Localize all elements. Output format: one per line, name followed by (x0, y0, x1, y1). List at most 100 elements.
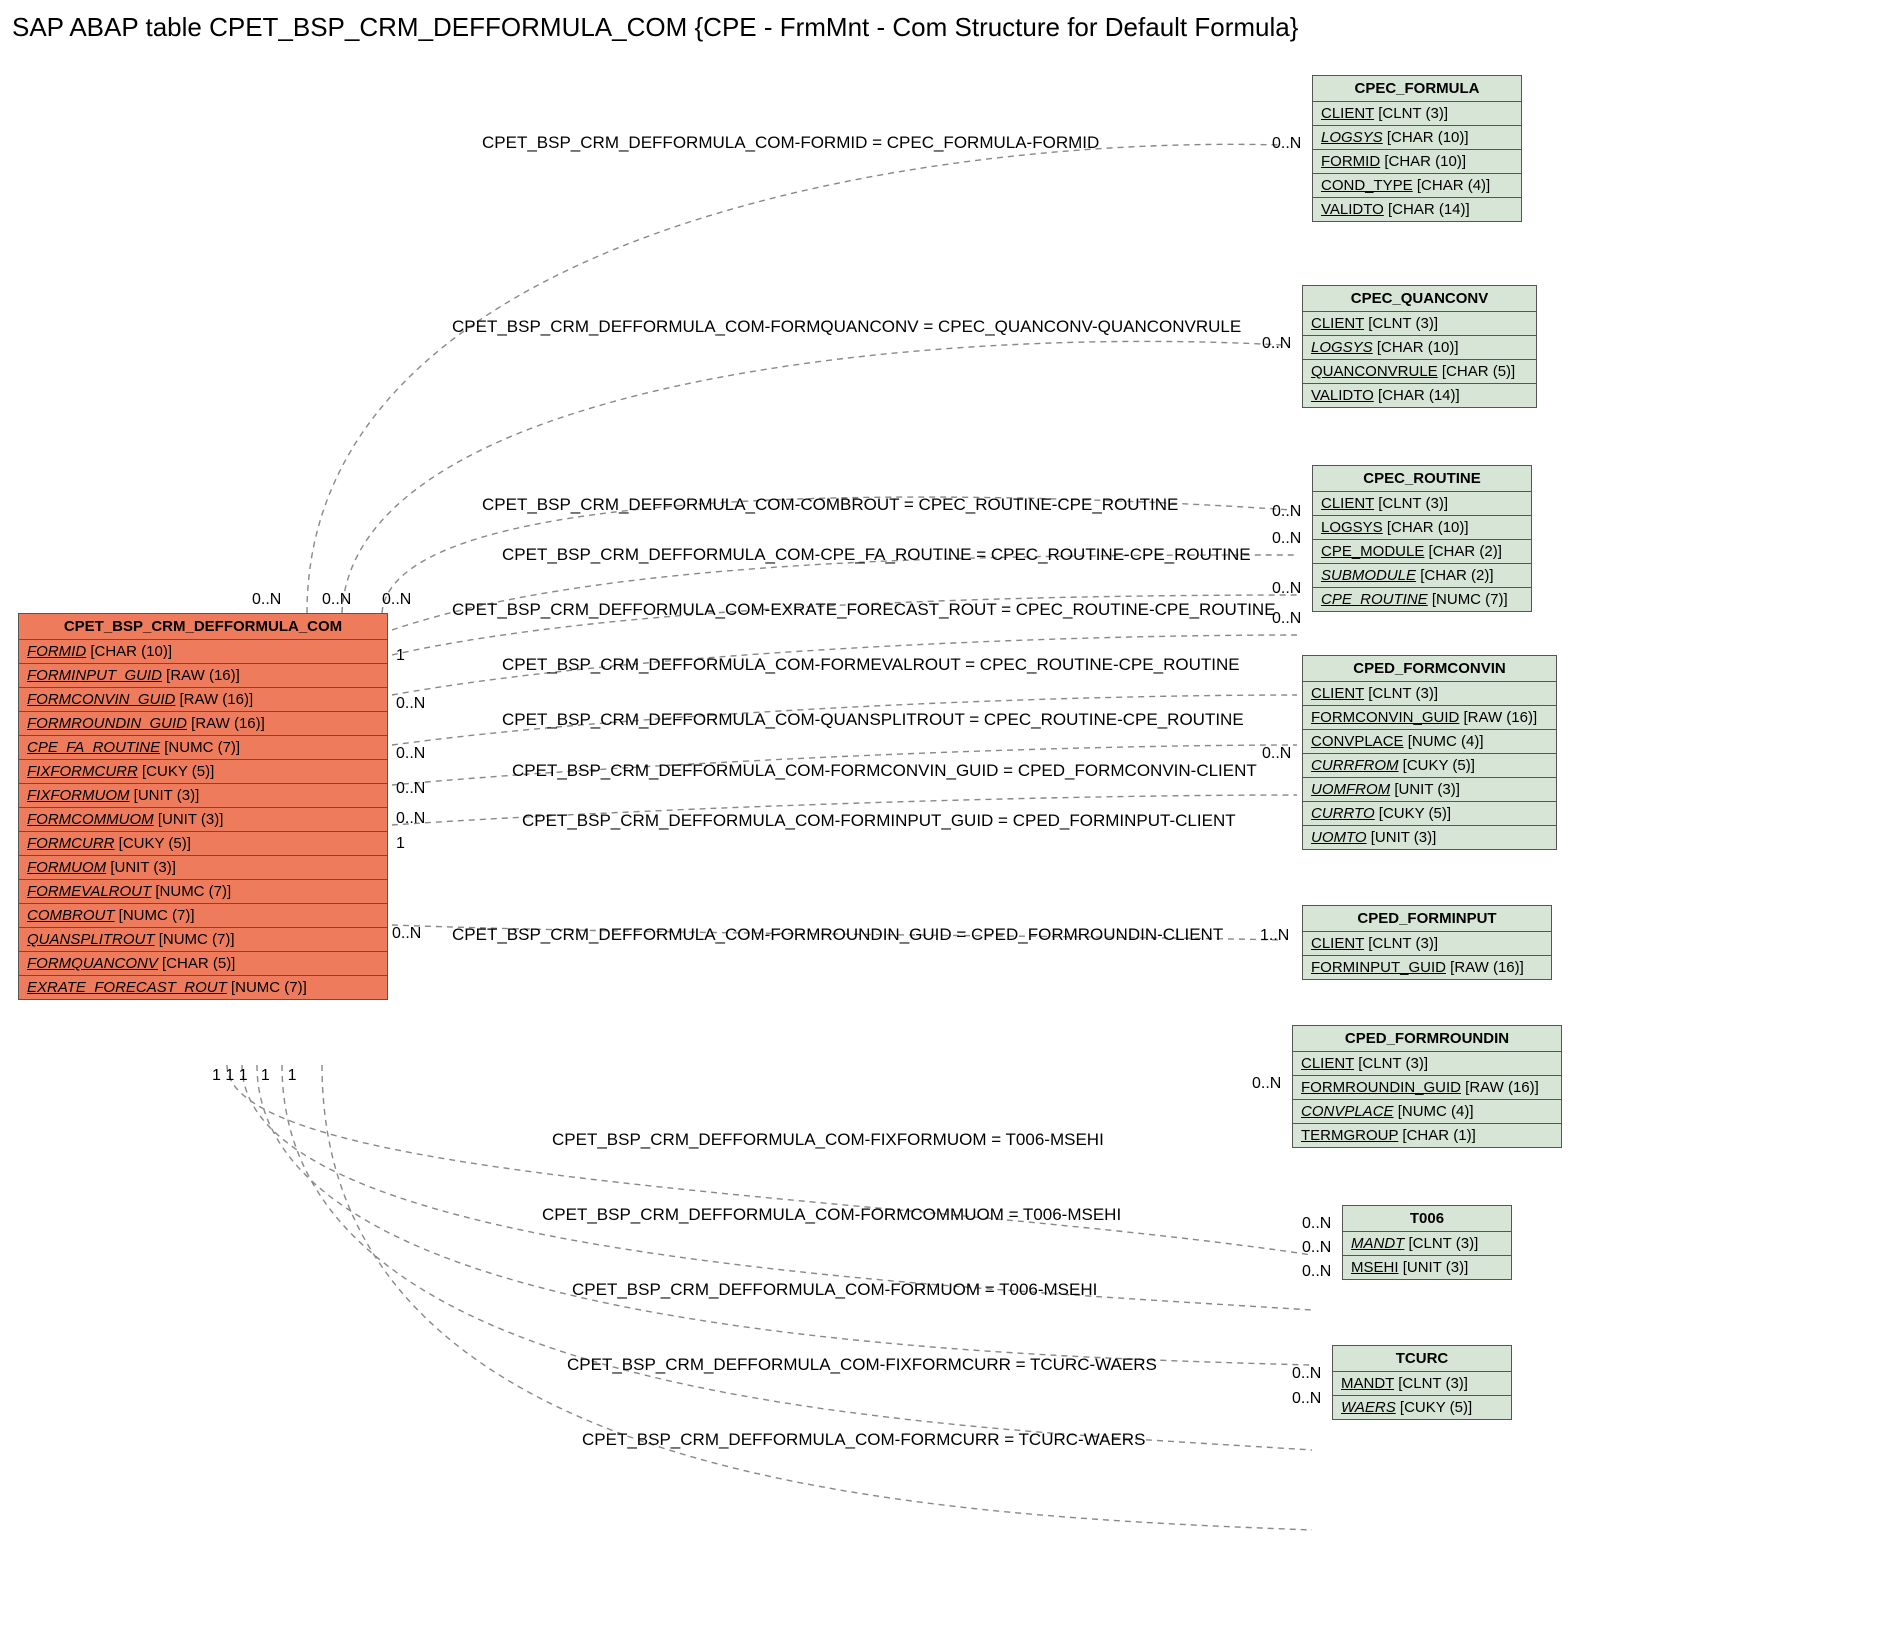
cardinality: 1 (396, 835, 405, 853)
cardinality: 0..N (1272, 530, 1301, 548)
field-row: UOMFROM [UNIT (3)] (1303, 778, 1556, 802)
entity-tcurc: TCURC MANDT [CLNT (3)] WAERS [CUKY (5)] (1332, 1345, 1512, 1420)
cardinality: 1 1 1 1 1 (212, 1067, 297, 1085)
cardinality: 0..N (1302, 1215, 1331, 1233)
field-row: MANDT [CLNT (3)] (1343, 1232, 1511, 1256)
cardinality: 0..N (1302, 1263, 1331, 1281)
relation-label: CPET_BSP_CRM_DEFFORMULA_COM-FORMROUNDIN_… (452, 925, 1223, 945)
entity-header: T006 (1343, 1206, 1511, 1232)
relation-label: CPET_BSP_CRM_DEFFORMULA_COM-QUANSPLITROU… (502, 710, 1244, 730)
relation-label: CPET_BSP_CRM_DEFFORMULA_COM-FIXFORMUOM =… (552, 1130, 1104, 1150)
cardinality: 0..N (1262, 335, 1291, 353)
entity-header: TCURC (1333, 1346, 1511, 1372)
cardinality: 0..N (1272, 503, 1301, 521)
field-row: FORMID [CHAR (10)] (1313, 150, 1521, 174)
field-row: FORMROUNDIN_GUID [RAW (16)] (19, 712, 387, 736)
entity-t006: T006 MANDT [CLNT (3)] MSEHI [UNIT (3)] (1342, 1205, 1512, 1280)
cardinality: 0..N (1252, 1075, 1281, 1093)
relation-label: CPET_BSP_CRM_DEFFORMULA_COM-FORMUOM = T0… (572, 1280, 1097, 1300)
field-row: FORMCURR [CUKY (5)] (19, 832, 387, 856)
field-row: CURRFROM [CUKY (5)] (1303, 754, 1556, 778)
cardinality: 0..N (1302, 1239, 1331, 1257)
entity-header: CPEC_ROUTINE (1313, 466, 1531, 492)
field-row: CLIENT [CLNT (3)] (1313, 492, 1531, 516)
field-row: TERMGROUP [CHAR (1)] (1293, 1124, 1561, 1147)
field-row: MSEHI [UNIT (3)] (1343, 1256, 1511, 1279)
field-row: EXRATE_FORECAST_ROUT [NUMC (7)] (19, 976, 387, 999)
entity-main: CPET_BSP_CRM_DEFFORMULA_COM FORMID [CHAR… (18, 613, 388, 1000)
entity-header: CPEC_FORMULA (1313, 76, 1521, 102)
field-row: COMBROUT [NUMC (7)] (19, 904, 387, 928)
entity-cpec-routine: CPEC_ROUTINE CLIENT [CLNT (3)] LOGSYS [C… (1312, 465, 1532, 612)
field-row: UOMTO [UNIT (3)] (1303, 826, 1556, 849)
field-row: FORMID [CHAR (10)] (19, 640, 387, 664)
relation-label: CPET_BSP_CRM_DEFFORMULA_COM-FORMID = CPE… (482, 133, 1099, 153)
relation-label: CPET_BSP_CRM_DEFFORMULA_COM-EXRATE_FOREC… (452, 600, 1276, 620)
field-row: CLIENT [CLNT (3)] (1303, 932, 1551, 956)
cardinality: 0..N (392, 925, 421, 943)
field-row: CURRTO [CUKY (5)] (1303, 802, 1556, 826)
relation-label: CPET_BSP_CRM_DEFFORMULA_COM-FIXFORMCURR … (567, 1355, 1157, 1375)
field-row: CONVPLACE [NUMC (4)] (1303, 730, 1556, 754)
cardinality: 0..N (322, 591, 351, 609)
field-row: QUANSPLITROUT [NUMC (7)] (19, 928, 387, 952)
field-row: CLIENT [CLNT (3)] (1293, 1052, 1561, 1076)
field-row: FORMCONVIN_GUID [RAW (16)] (19, 688, 387, 712)
field-row: LOGSYS [CHAR (10)] (1313, 516, 1531, 540)
cardinality: 0..N (1272, 135, 1301, 153)
entity-cpec-formula: CPEC_FORMULA CLIENT [CLNT (3)] LOGSYS [C… (1312, 75, 1522, 222)
relation-label: CPET_BSP_CRM_DEFFORMULA_COM-FORMCONVIN_G… (512, 761, 1257, 781)
diagram-canvas: CPET_BSP_CRM_DEFFORMULA_COM FORMID [CHAR… (12, 55, 1872, 1635)
cardinality: 0..N (396, 810, 425, 828)
relation-label: CPET_BSP_CRM_DEFFORMULA_COM-FORMEVALROUT… (502, 655, 1240, 675)
field-row: FORMCONVIN_GUID [RAW (16)] (1303, 706, 1556, 730)
field-row: FORMINPUT_GUID [RAW (16)] (1303, 956, 1551, 979)
cardinality: 0..N (252, 591, 281, 609)
field-row: CPE_FA_ROUTINE [NUMC (7)] (19, 736, 387, 760)
field-row: CLIENT [CLNT (3)] (1313, 102, 1521, 126)
entity-cped-forminput: CPED_FORMINPUT CLIENT [CLNT (3)] FORMINP… (1302, 905, 1552, 980)
cardinality: 0..N (396, 745, 425, 763)
entity-header: CPED_FORMCONVIN (1303, 656, 1556, 682)
relation-label: CPET_BSP_CRM_DEFFORMULA_COM-COMBROUT = C… (482, 495, 1178, 515)
cardinality: 0..N (1262, 745, 1291, 763)
field-row: FORMCOMMUOM [UNIT (3)] (19, 808, 387, 832)
field-row: SUBMODULE [CHAR (2)] (1313, 564, 1531, 588)
field-row: CPE_MODULE [CHAR (2)] (1313, 540, 1531, 564)
field-row: FORMROUNDIN_GUID [RAW (16)] (1293, 1076, 1561, 1100)
page-title: SAP ABAP table CPET_BSP_CRM_DEFFORMULA_C… (12, 12, 1889, 43)
cardinality: 0..N (1272, 580, 1301, 598)
entity-header: CPED_FORMINPUT (1303, 906, 1551, 932)
cardinality: 0..N (1292, 1365, 1321, 1383)
cardinality: 0..N (1292, 1390, 1321, 1408)
cardinality: 1..N (1260, 927, 1289, 945)
relation-label: CPET_BSP_CRM_DEFFORMULA_COM-FORMCOMMUOM … (542, 1205, 1121, 1225)
entity-cped-formroundin: CPED_FORMROUNDIN CLIENT [CLNT (3)] FORMR… (1292, 1025, 1562, 1148)
cardinality: 1 (396, 647, 405, 665)
field-row: COND_TYPE [CHAR (4)] (1313, 174, 1521, 198)
field-row: LOGSYS [CHAR (10)] (1313, 126, 1521, 150)
field-row: FIXFORMUOM [UNIT (3)] (19, 784, 387, 808)
field-row: VALIDTO [CHAR (14)] (1313, 198, 1521, 221)
relation-label: CPET_BSP_CRM_DEFFORMULA_COM-FORMINPUT_GU… (522, 811, 1236, 831)
cardinality: 0..N (396, 695, 425, 713)
field-row: LOGSYS [CHAR (10)] (1303, 336, 1536, 360)
cardinality: 0..N (382, 591, 411, 609)
field-row: MANDT [CLNT (3)] (1333, 1372, 1511, 1396)
cardinality: 0..N (396, 780, 425, 798)
field-row: CLIENT [CLNT (3)] (1303, 312, 1536, 336)
entity-header: CPEC_QUANCONV (1303, 286, 1536, 312)
field-row: FIXFORMCURR [CUKY (5)] (19, 760, 387, 784)
relation-label: CPET_BSP_CRM_DEFFORMULA_COM-FORMQUANCONV… (452, 317, 1241, 337)
field-row: FORMQUANCONV [CHAR (5)] (19, 952, 387, 976)
field-row: CLIENT [CLNT (3)] (1303, 682, 1556, 706)
entity-main-header: CPET_BSP_CRM_DEFFORMULA_COM (19, 614, 387, 640)
field-row: CPE_ROUTINE [NUMC (7)] (1313, 588, 1531, 611)
entity-cpec-quanconv: CPEC_QUANCONV CLIENT [CLNT (3)] LOGSYS [… (1302, 285, 1537, 408)
entity-header: CPED_FORMROUNDIN (1293, 1026, 1561, 1052)
field-row: FORMINPUT_GUID [RAW (16)] (19, 664, 387, 688)
cardinality: 0..N (1272, 610, 1301, 628)
field-row: FORMUOM [UNIT (3)] (19, 856, 387, 880)
field-row: FORMEVALROUT [NUMC (7)] (19, 880, 387, 904)
relation-label: CPET_BSP_CRM_DEFFORMULA_COM-CPE_FA_ROUTI… (502, 545, 1251, 565)
